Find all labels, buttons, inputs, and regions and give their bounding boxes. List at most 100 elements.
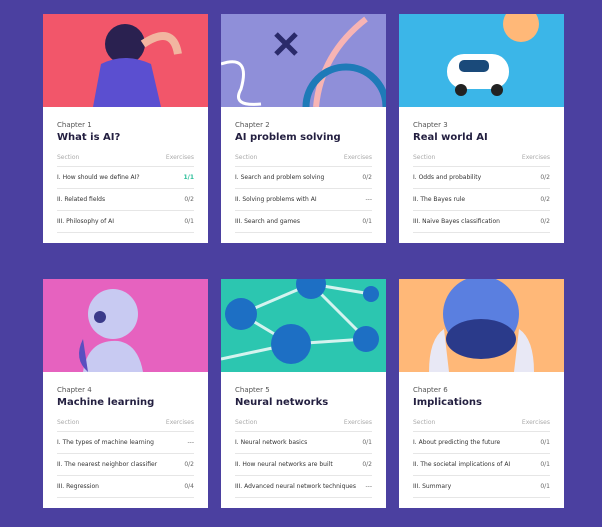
exercise-score: 0/2 [540, 174, 550, 181]
section-name: III. Summary [413, 483, 452, 490]
table-header: Section Exercises [57, 154, 194, 167]
exercise-score: 0/2 [362, 461, 372, 468]
chapter-illustration [221, 14, 386, 107]
section-row[interactable]: II. How neural networks are built 0/2 [235, 454, 372, 476]
section-name: I. How should we define AI? [57, 174, 140, 181]
section-name: III. Search and games [235, 218, 300, 225]
section-name: III. Advanced neural network techniques [235, 483, 356, 490]
section-header: Section [235, 154, 258, 161]
section-row[interactable]: II. The nearest neighbor classifier 0/2 [57, 454, 194, 476]
chapter-card[interactable]: Chapter 5 Neural networks Section Exercis… [221, 279, 386, 508]
section-header: Section [57, 154, 80, 161]
section-row[interactable]: III. Search and games 0/1 [235, 211, 372, 233]
section-row[interactable]: I. Odds and probability 0/2 [413, 167, 550, 189]
section-row[interactable]: III. Philosophy of AI 0/1 [57, 211, 194, 233]
exercise-score: 0/4 [184, 483, 194, 490]
illustration-icon [221, 279, 379, 364]
section-row[interactable]: II. The Bayes rule 0/2 [413, 189, 550, 211]
section-name: II. Solving problems with AI [235, 196, 317, 203]
section-row[interactable]: I. How should we define AI? 1/1 [57, 167, 194, 189]
exercise-score: 0/2 [184, 196, 194, 203]
chapter-card[interactable]: Chapter 6 Implications Section Exercises I… [399, 279, 564, 508]
section-name: II. Related fields [57, 196, 106, 203]
illustration-icon [221, 16, 386, 107]
exercise-score: 0/2 [362, 174, 372, 181]
chapter-number: Chapter 2 [235, 121, 270, 129]
chapter-number: Chapter 6 [413, 386, 448, 394]
chapter-card[interactable]: Chapter 4 Machine learning Section Exerci… [43, 279, 208, 508]
section-row[interactable]: III. Summary 0/1 [413, 476, 550, 498]
section-name: III. Naive Bayes classification [413, 218, 500, 225]
chapter-title[interactable]: Neural networks [235, 397, 372, 408]
table-header: Section Exercises [413, 154, 550, 167]
chapter-number: Chapter 5 [235, 386, 270, 394]
section-name: III. Philosophy of AI [57, 218, 114, 225]
section-name: II. How neural networks are built [235, 461, 333, 468]
table-header: Section Exercises [235, 154, 372, 167]
chapter-title[interactable]: Machine learning [57, 397, 194, 408]
chapter-card[interactable]: Chapter 1 What is AI? Section Exercises I.… [43, 14, 208, 243]
section-name: I. About predicting the future [413, 439, 501, 446]
chapter-illustration [43, 279, 208, 372]
section-name: I. The types of machine learning [57, 439, 154, 446]
section-row[interactable]: I. The types of machine learning --- [57, 432, 194, 454]
section-header: Section [235, 419, 258, 426]
exercises-header: Exercises [165, 154, 194, 161]
chapter-number: Chapter 3 [413, 121, 448, 129]
exercise-score: 0/2 [184, 461, 194, 468]
exercise-score: 0/2 [540, 218, 550, 225]
section-name: II. The Bayes rule [413, 196, 466, 203]
section-name: II. The nearest neighbor classifier [57, 461, 158, 468]
exercise-score: --- [365, 196, 373, 203]
section-row[interactable]: III. Advanced neural network techniques -… [235, 476, 372, 498]
section-row[interactable]: II. The societal implications of AI 0/1 [413, 454, 550, 476]
exercise-score: --- [187, 439, 195, 446]
section-row[interactable]: I. Search and problem solving 0/2 [235, 167, 372, 189]
section-row[interactable]: II. Solving problems with AI --- [235, 189, 372, 211]
section-name: I. Search and problem solving [235, 174, 325, 181]
exercise-score: 0/2 [540, 196, 550, 203]
table-header: Section Exercises [235, 419, 372, 432]
table-header: Section Exercises [57, 419, 194, 432]
chapter-title[interactable]: AI problem solving [235, 132, 372, 143]
chapter-title[interactable]: Real world AI [413, 132, 550, 143]
section-row[interactable]: I. About predicting the future 0/1 [413, 432, 550, 454]
section-name: III. Regression [57, 483, 99, 490]
exercises-header: Exercises [343, 419, 372, 426]
exercise-score: 0/1 [540, 461, 550, 468]
chapter-card[interactable]: Chapter 2 AI problem solving Section Exer… [221, 14, 386, 243]
section-header: Section [57, 419, 80, 426]
chapter-illustration [43, 14, 208, 107]
section-row[interactable]: III. Naive Bayes classification 0/2 [413, 211, 550, 233]
exercises-header: Exercises [521, 419, 550, 426]
section-header: Section [413, 419, 436, 426]
section-row[interactable]: II. Related fields 0/2 [57, 189, 194, 211]
section-row[interactable]: III. Regression 0/4 [57, 476, 194, 498]
chapter-illustration [399, 279, 564, 372]
exercise-score: 0/1 [540, 483, 550, 490]
chapter-title[interactable]: What is AI? [57, 132, 194, 143]
illustration-icon [429, 279, 534, 372]
chapter-illustration [399, 14, 564, 107]
chapter-title[interactable]: Implications [413, 397, 550, 408]
section-name: I. Neural network basics [235, 439, 308, 446]
section-name: II. The societal implications of AI [413, 461, 511, 468]
exercise-score: 0/1 [362, 218, 372, 225]
exercise-score: 0/1 [362, 439, 372, 446]
chapter-number: Chapter 4 [57, 386, 92, 394]
section-header: Section [413, 154, 436, 161]
chapter-card[interactable]: Chapter 3 Real world AI Section Exercises… [399, 14, 564, 243]
exercise-score: --- [365, 483, 373, 490]
exercises-header: Exercises [343, 154, 372, 161]
section-row[interactable]: I. Neural network basics 0/1 [235, 432, 372, 454]
exercises-header: Exercises [521, 154, 550, 161]
table-header: Section Exercises [413, 419, 550, 432]
exercise-score: 1/1 [183, 174, 194, 181]
exercise-score: 0/1 [540, 439, 550, 446]
illustration-icon [79, 289, 143, 372]
chapter-number: Chapter 1 [57, 121, 92, 129]
illustration-icon [93, 24, 182, 107]
exercises-header: Exercises [165, 419, 194, 426]
exercise-score: 0/1 [184, 218, 194, 225]
section-name: I. Odds and probability [413, 174, 482, 181]
